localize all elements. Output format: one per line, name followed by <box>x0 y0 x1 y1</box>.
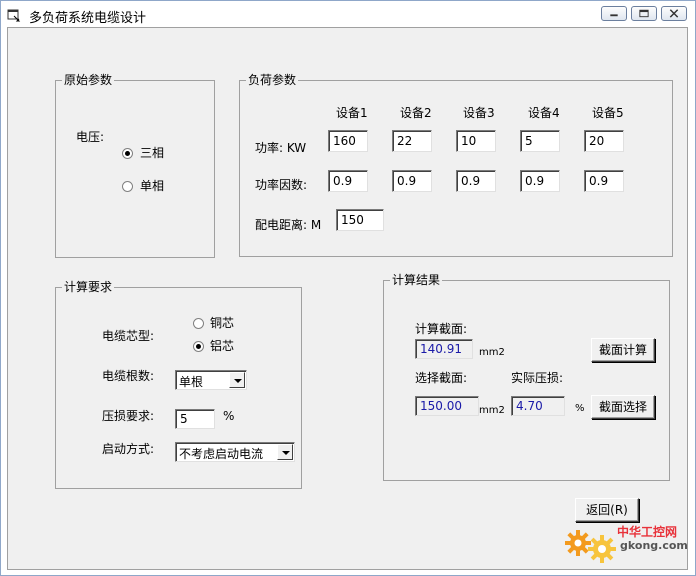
device-4-header: 设备4 <box>528 106 560 120</box>
watermark-url: gkong.com <box>620 539 688 552</box>
cable-count-label: 电缆根数: <box>102 369 155 383</box>
cable-count-select[interactable]: 单根 <box>175 370 247 390</box>
device-5-header: 设备5 <box>592 106 624 120</box>
requirements-group: 计算要求 电缆芯型: 铜芯 铝芯 电缆根数: 单根 压损要求: 5 % 启动方式… <box>55 279 302 489</box>
close-button[interactable] <box>661 6 687 21</box>
close-icon <box>669 9 679 18</box>
aluminum-radio[interactable] <box>193 341 204 352</box>
voltage-drop-unit: % <box>223 409 235 423</box>
gkong-watermark: 中华工控网 gkong.com <box>562 521 690 567</box>
select-section-label: 选择截面: <box>415 371 468 385</box>
start-mode-select[interactable]: 不考虑启动电流 <box>175 442 295 462</box>
voltage-drop-label: 压损要求: <box>102 409 155 423</box>
client-area: 原始参数 电压: 三相 单相 负荷参数 设备1 设备2 设备3 设备4 设备5 … <box>7 27 688 570</box>
power-factor-label: 功率因数: <box>255 178 308 192</box>
voltage-label: 电压: <box>76 130 105 144</box>
title-bar[interactable]: 多负荷系统电缆设计 <box>1 1 695 29</box>
actual-drop-label: 实际压损: <box>511 371 564 385</box>
calc-section-unit: mm2 <box>479 347 505 358</box>
device-2-header: 设备2 <box>400 106 432 120</box>
load-params-group: 负荷参数 设备1 设备2 设备3 设备4 设备5 功率: KW 160 22 1… <box>239 72 673 257</box>
gear-icon <box>565 530 616 563</box>
distance-label: 配电距离: M <box>255 218 322 232</box>
copper-radio[interactable] <box>193 318 204 329</box>
actual-drop-output: 4.70 <box>511 396 565 416</box>
power-input-3[interactable]: 10 <box>456 130 496 152</box>
results-title: 计算结果 <box>390 272 443 288</box>
power-label: 功率: KW <box>255 141 307 155</box>
device-1-header: 设备1 <box>336 106 368 120</box>
three-phase-radio[interactable] <box>122 148 133 159</box>
single-phase-label: 单相 <box>140 179 165 193</box>
chevron-down-icon[interactable] <box>229 372 245 388</box>
calc-section-label: 计算截面: <box>415 322 468 336</box>
app-icon <box>7 9 21 22</box>
copper-label: 铜芯 <box>210 316 235 330</box>
cable-count-value: 单根 <box>179 375 204 389</box>
core-type-label: 电缆芯型: <box>102 329 155 343</box>
single-phase-radio[interactable] <box>122 181 133 192</box>
power-input-1[interactable]: 160 <box>328 130 368 152</box>
select-section-unit: mm2 <box>479 405 505 416</box>
power-input-5[interactable]: 20 <box>584 130 624 152</box>
distance-input[interactable]: 150 <box>336 209 384 231</box>
select-section-output: 150.00 <box>415 396 479 416</box>
requirements-title: 计算要求 <box>62 279 115 295</box>
power-input-2[interactable]: 22 <box>392 130 432 152</box>
pf-input-4[interactable]: 0.9 <box>520 170 560 192</box>
aluminum-label: 铝芯 <box>210 339 235 353</box>
pf-input-5[interactable]: 0.9 <box>584 170 624 192</box>
pf-input-1[interactable]: 0.9 <box>328 170 368 192</box>
original-params-title: 原始参数 <box>62 72 115 88</box>
minimize-icon <box>610 14 618 17</box>
results-group: 计算结果 计算截面: 140.91 mm2 截面计算 选择截面: 实际压损: 1… <box>383 272 670 481</box>
voltage-drop-input[interactable]: 5 <box>175 409 215 429</box>
pf-input-3[interactable]: 0.9 <box>456 170 496 192</box>
maximize-icon <box>639 9 649 18</box>
load-params-title: 负荷参数 <box>246 72 299 88</box>
select-section-button[interactable]: 截面选择 <box>591 395 655 419</box>
original-params-group: 原始参数 电压: 三相 单相 <box>55 72 215 258</box>
pf-input-2[interactable]: 0.9 <box>392 170 432 192</box>
calc-section-output: 140.91 <box>415 339 473 359</box>
start-mode-value: 不考虑启动电流 <box>179 447 264 461</box>
start-mode-label: 启动方式: <box>102 442 155 456</box>
device-3-header: 设备3 <box>463 106 495 120</box>
chevron-down-icon[interactable] <box>277 444 293 460</box>
minimize-button[interactable] <box>601 6 627 21</box>
maximize-button[interactable] <box>631 6 657 21</box>
actual-drop-unit: % <box>575 403 585 414</box>
return-button[interactable]: 返回(R) <box>575 498 639 522</box>
calc-section-button[interactable]: 截面计算 <box>591 338 655 362</box>
power-input-4[interactable]: 5 <box>520 130 560 152</box>
three-phase-label: 三相 <box>140 146 165 160</box>
watermark-title: 中华工控网 <box>617 525 678 539</box>
window-title: 多负荷系统电缆设计 <box>29 11 147 26</box>
